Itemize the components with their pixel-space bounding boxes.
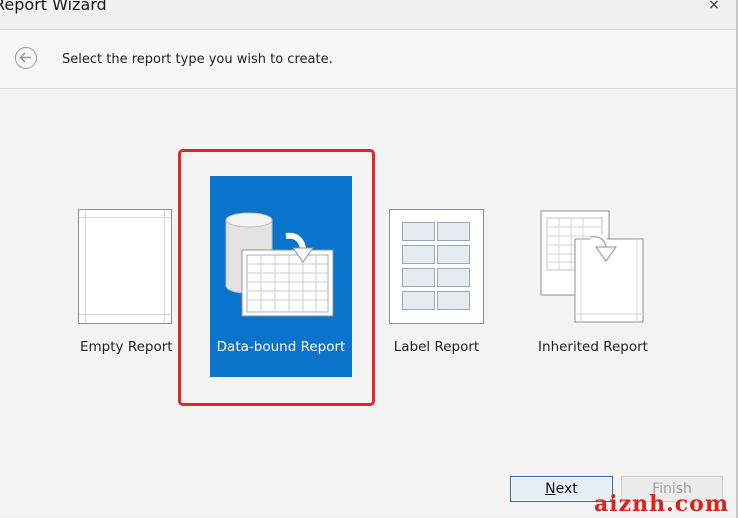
instruction-text: Select the report type you wish to creat…	[62, 52, 333, 67]
empty-page-icon[interactable]	[78, 209, 172, 324]
inherited-pages-icon[interactable]	[538, 209, 648, 324]
report-type-label-label[interactable]: Label Report	[389, 339, 484, 355]
title-bar: Report Wizard ×	[0, 0, 738, 30]
window-title: Report Wizard	[0, 0, 107, 14]
label-grid-icon[interactable]	[389, 209, 484, 324]
report-type-label-empty[interactable]: Empty Report	[80, 339, 173, 355]
database-table-icon	[225, 212, 334, 317]
next-label-rest: ext	[555, 481, 578, 497]
report-type-label-inherited[interactable]: Inherited Report	[533, 339, 653, 355]
report-type-data-bound[interactable]: Data-bound Report	[210, 176, 352, 377]
back-arrow-circle-icon[interactable]	[15, 47, 37, 69]
wizard-header: Select the report type you wish to creat…	[0, 30, 736, 89]
watermark-text: aiznh.com	[594, 491, 730, 517]
next-mnemonic: N	[545, 481, 556, 497]
close-icon[interactable]: ×	[706, 0, 722, 13]
report-type-label-data-bound: Data-bound Report	[216, 339, 346, 355]
